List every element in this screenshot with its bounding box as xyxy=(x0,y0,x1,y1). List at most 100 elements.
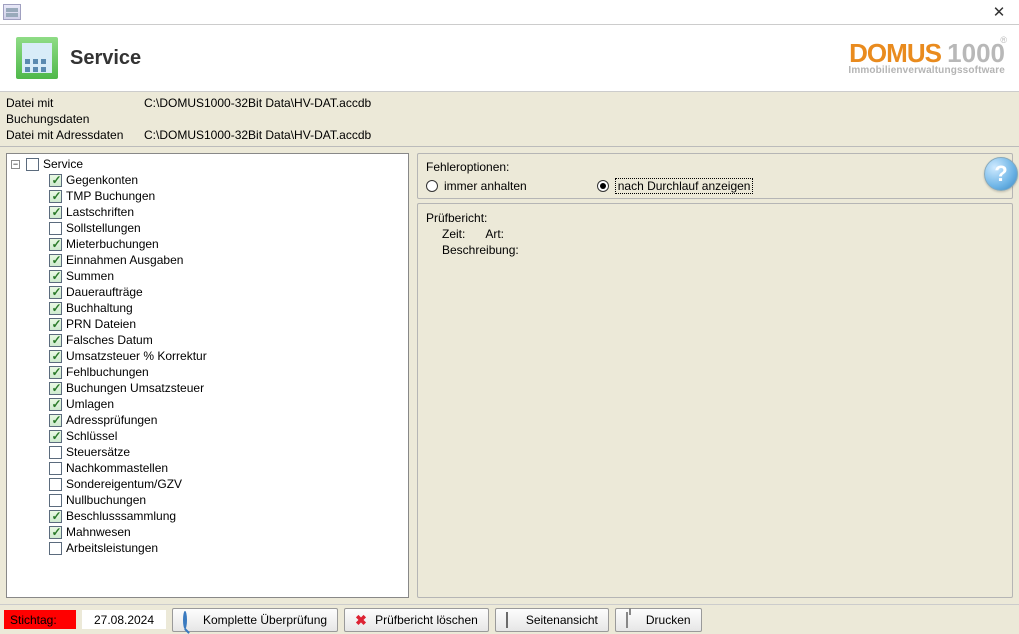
delete-icon: ✖ xyxy=(355,613,369,627)
radio-show-after-run[interactable]: nach Durchlauf anzeigen xyxy=(597,178,754,194)
tree-item-label: Mieterbuchungen xyxy=(66,237,159,251)
full-check-label: Komplette Überprüfung xyxy=(203,613,327,627)
tree-item[interactable]: Mahnwesen xyxy=(49,524,406,540)
tree-checkbox[interactable] xyxy=(49,430,62,443)
tree-item-label: Buchungen Umsatzsteuer xyxy=(66,381,204,395)
tree-checkbox[interactable] xyxy=(49,350,62,363)
tree-item[interactable]: Umsatzsteuer % Korrektur xyxy=(49,348,406,364)
delete-report-label: Prüfbericht löschen xyxy=(375,613,478,627)
tree-item[interactable]: Einnahmen Ausgaben xyxy=(49,252,406,268)
tree-item-label: Gegenkonten xyxy=(66,173,138,187)
report-legend: Prüfbericht: xyxy=(426,210,1004,226)
stichtag-value[interactable]: 27.08.2024 xyxy=(82,610,166,629)
tree-item[interactable]: PRN Dateien xyxy=(49,316,406,332)
tree-root[interactable]: − Service xyxy=(9,156,406,172)
tree-item-label: Umlagen xyxy=(66,397,114,411)
tree-item-label: Summen xyxy=(66,269,114,283)
tree-checkbox[interactable] xyxy=(49,254,62,267)
print-label: Drucken xyxy=(646,613,691,627)
tree-item[interactable]: TMP Buchungen xyxy=(49,188,406,204)
tree-item[interactable]: Summen xyxy=(49,268,406,284)
tree-item[interactable]: Gegenkonten xyxy=(49,172,406,188)
tree-item-label: Buchhaltung xyxy=(66,301,133,315)
error-options-legend: Fehleroptionen: xyxy=(426,160,1004,174)
tree-item[interactable]: Mieterbuchungen xyxy=(49,236,406,252)
tree-item[interactable]: Buchhaltung xyxy=(49,300,406,316)
print-button[interactable]: Drucken xyxy=(615,608,702,632)
tree-checkbox[interactable] xyxy=(49,238,62,251)
tree-item-label: Beschlusssammlung xyxy=(66,509,176,523)
tree-item[interactable]: Adressprüfungen xyxy=(49,412,406,428)
tree-item[interactable]: Umlagen xyxy=(49,396,406,412)
tree-root-label: Service xyxy=(43,157,83,171)
collapse-icon[interactable]: − xyxy=(11,160,20,169)
page-icon xyxy=(506,612,508,628)
booking-file-value: C:\DOMUS1000-32Bit Data\HV-DAT.accdb xyxy=(144,95,371,127)
app-window: ✕ Service ® DOMUS 1000 Immobilienverwalt… xyxy=(0,0,1019,634)
page-preview-button[interactable]: Seitenansicht xyxy=(495,608,609,632)
main-area: − Service Gegenkonten TMP Buchungen Lastsc… xyxy=(0,147,1019,604)
tree-checkbox[interactable] xyxy=(49,414,62,427)
page-title: Service xyxy=(70,47,848,70)
tree-item[interactable]: Nullbuchungen xyxy=(49,492,406,508)
tree-item[interactable]: Sondereigentum/GZV xyxy=(49,476,406,492)
tree-item-label: Falsches Datum xyxy=(66,333,153,347)
tree-checkbox[interactable] xyxy=(49,542,62,555)
tree-item[interactable]: Arbeitsleistungen xyxy=(49,540,406,556)
tree-root-checkbox[interactable] xyxy=(26,158,39,171)
error-options-group: Fehleroptionen: immer anhalten nach Durc… xyxy=(417,153,1013,199)
tree-checkbox[interactable] xyxy=(49,494,62,507)
help-icon[interactable]: ? xyxy=(984,157,1018,191)
footer: Stichtag: 27.08.2024 Komplette Überprüfu… xyxy=(0,604,1019,634)
brand-logo: ® DOMUS 1000 Immobilienverwaltungssoftwa… xyxy=(848,40,1005,76)
brand-number: 1000 xyxy=(947,38,1005,68)
tree-item[interactable]: Steuersätze xyxy=(49,444,406,460)
tree-checkbox[interactable] xyxy=(49,334,62,347)
full-check-button[interactable]: Komplette Überprüfung xyxy=(172,608,338,632)
tree-checkbox[interactable] xyxy=(49,190,62,203)
tree-item[interactable]: Fehlbuchungen xyxy=(49,364,406,380)
close-button[interactable]: ✕ xyxy=(979,0,1019,25)
tree-checkbox[interactable] xyxy=(49,510,62,523)
tree-checkbox[interactable] xyxy=(49,446,62,459)
tree-item[interactable]: Buchungen Umsatzsteuer xyxy=(49,380,406,396)
tree-item[interactable]: Sollstellungen xyxy=(49,220,406,236)
tree-checkbox[interactable] xyxy=(49,206,62,219)
page-preview-label: Seitenansicht xyxy=(526,613,598,627)
tree-checkbox[interactable] xyxy=(49,318,62,331)
tree-checkbox[interactable] xyxy=(49,302,62,315)
titlebar: ✕ xyxy=(0,0,1019,25)
booking-file-label: Datei mit Buchungsdaten xyxy=(6,95,134,127)
radio-always-halt[interactable]: immer anhalten xyxy=(426,179,527,193)
magnifier-icon xyxy=(183,611,187,629)
tree-item-label: TMP Buchungen xyxy=(66,189,155,203)
brand-subtitle: Immobilienverwaltungssoftware xyxy=(848,66,1005,76)
radio-always-halt-label: immer anhalten xyxy=(444,179,527,193)
tree-item-label: Nullbuchungen xyxy=(66,493,146,507)
report-time-label: Zeit: xyxy=(442,226,465,242)
tree-checkbox[interactable] xyxy=(49,174,62,187)
tree-item[interactable]: Beschlusssammlung xyxy=(49,508,406,524)
radio-icon xyxy=(597,180,609,192)
tree-item[interactable]: Schlüssel xyxy=(49,428,406,444)
tree-checkbox[interactable] xyxy=(49,462,62,475)
tree-item[interactable]: Falsches Datum xyxy=(49,332,406,348)
tree-item-label: Lastschriften xyxy=(66,205,134,219)
tree-checkbox[interactable] xyxy=(49,286,62,299)
tree-checkbox[interactable] xyxy=(49,270,62,283)
tree-item-label: Umsatzsteuer % Korrektur xyxy=(66,349,207,363)
radio-icon xyxy=(426,180,438,192)
tree-checkbox[interactable] xyxy=(49,366,62,379)
tree-item[interactable]: Lastschriften xyxy=(49,204,406,220)
tree-checkbox[interactable] xyxy=(49,398,62,411)
tree-checkbox[interactable] xyxy=(49,526,62,539)
tree-item-label: Sollstellungen xyxy=(66,221,141,235)
system-icon xyxy=(3,4,21,20)
tree-item[interactable]: Daueraufträge xyxy=(49,284,406,300)
delete-report-button[interactable]: ✖ Prüfbericht löschen xyxy=(344,608,489,632)
tree-item-label: Fehlbuchungen xyxy=(66,365,149,379)
tree-checkbox[interactable] xyxy=(49,222,62,235)
tree-checkbox[interactable] xyxy=(49,382,62,395)
tree-item[interactable]: Nachkommastellen xyxy=(49,460,406,476)
tree-checkbox[interactable] xyxy=(49,478,62,491)
